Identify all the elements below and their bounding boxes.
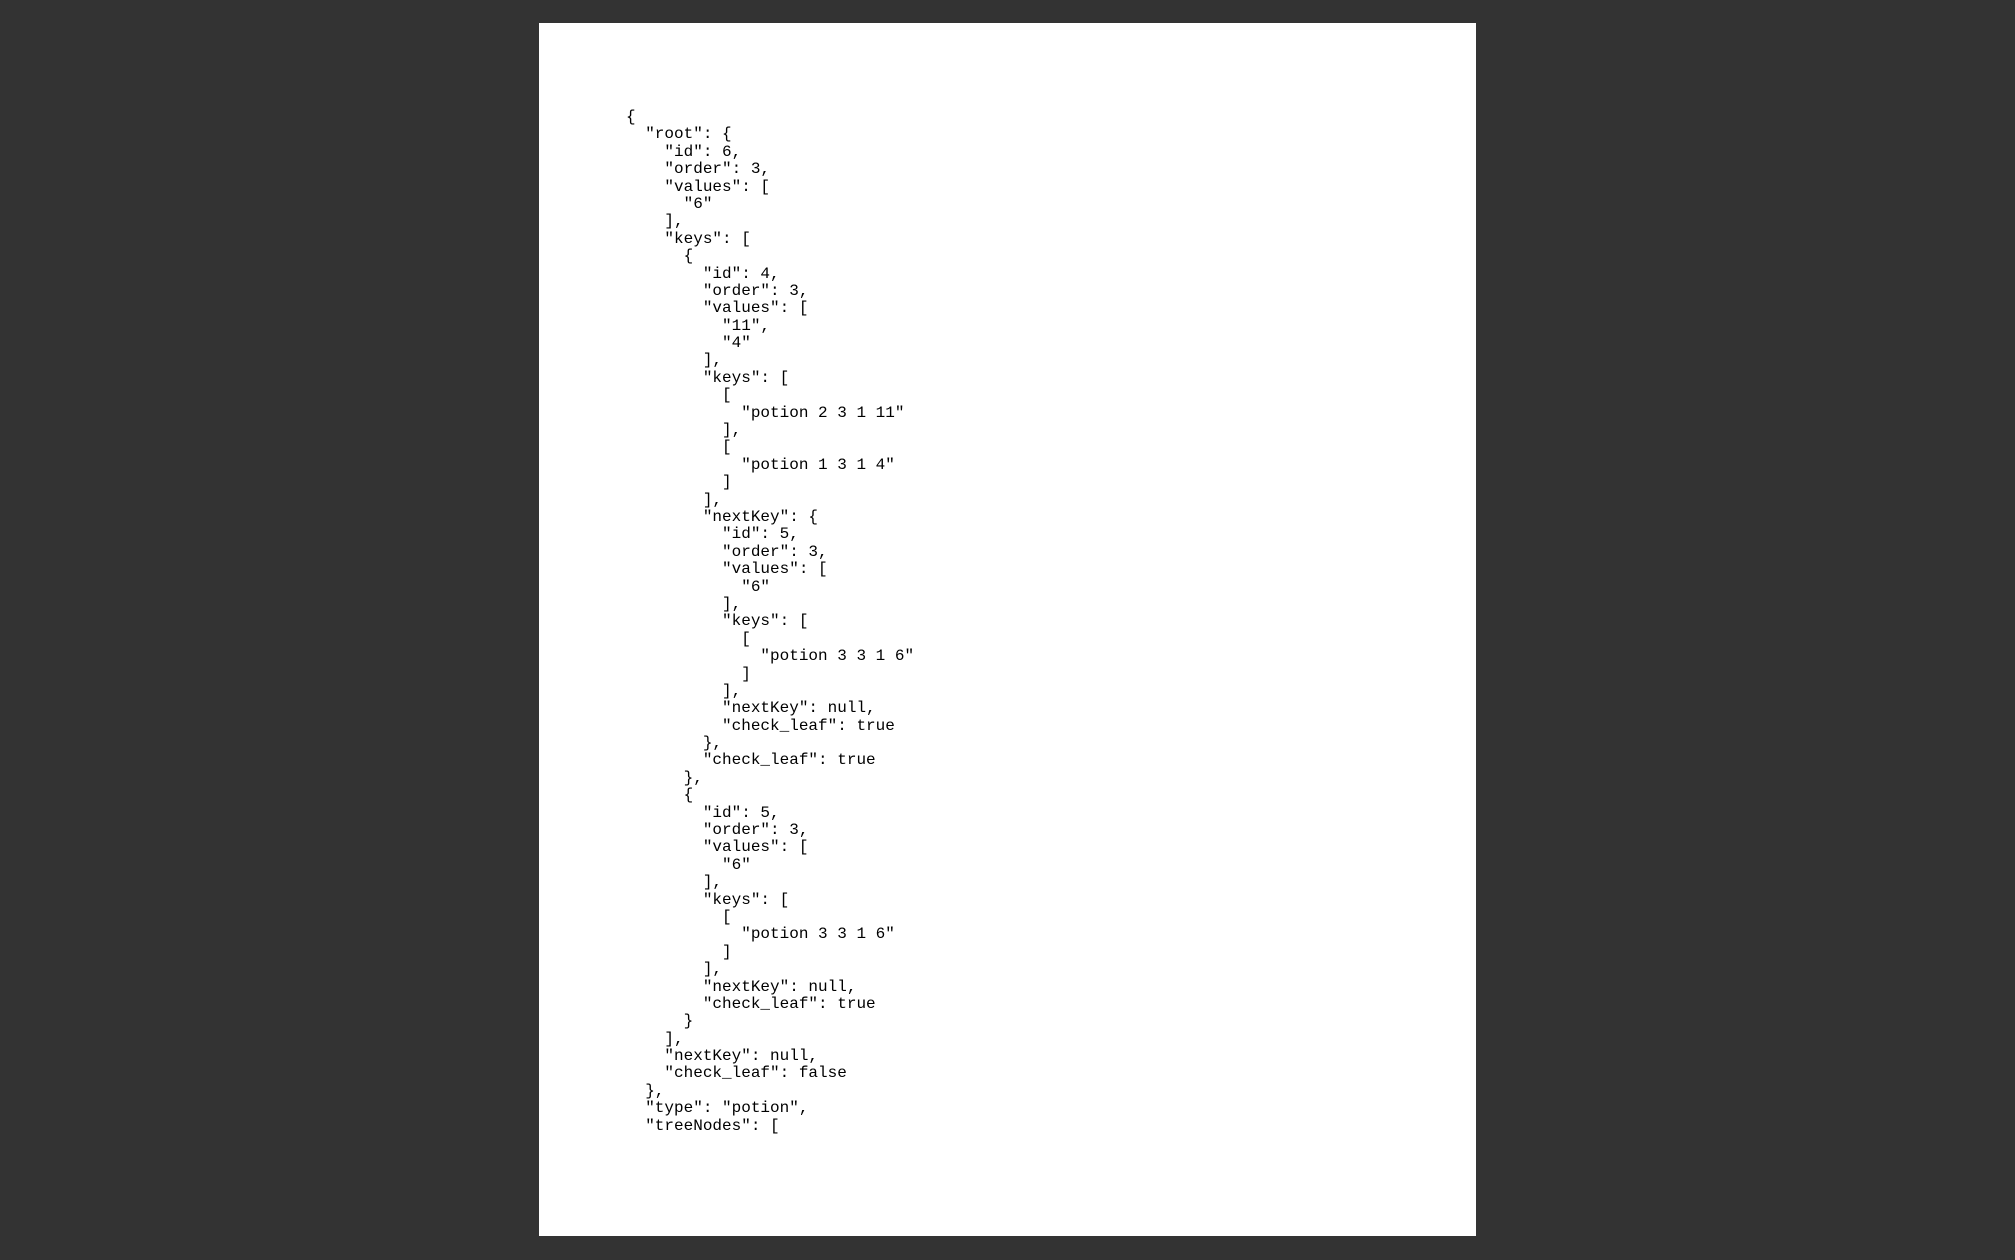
code-line: ], (626, 594, 742, 613)
code-line: "order": 3, (626, 542, 828, 561)
code-line: ], (626, 351, 723, 370)
code-line: "6" (626, 577, 771, 596)
code-line: ], (626, 490, 723, 509)
code-line: "6" (626, 194, 713, 213)
code-line: "root": { (626, 125, 732, 144)
code-line: "keys": [ (626, 890, 790, 909)
code-line: "id": 6, (626, 142, 742, 161)
code-line: "order": 3, (626, 160, 771, 179)
code-line: "nextKey": null, (626, 977, 857, 996)
code-line: "order": 3, (626, 281, 809, 300)
code-line: "potion 3 3 1 6" (626, 925, 895, 944)
code-line: ] (626, 664, 751, 683)
code-line: "values": [ (626, 177, 771, 196)
document-page: { "root": { "id": 6, "order": 3, "values… (539, 23, 1476, 1236)
code-line: }, (626, 768, 703, 787)
code-line: ], (626, 960, 723, 979)
code-line: "id": 4, (626, 264, 780, 283)
code-line: "potion 1 3 1 4" (626, 455, 895, 474)
code-line: "6" (626, 855, 751, 874)
code-line: "check_leaf": true (626, 994, 876, 1013)
code-line: "check_leaf": true (626, 716, 895, 735)
code-line: [ (626, 907, 732, 926)
json-code-block: { "root": { "id": 6, "order": 3, "values… (626, 108, 915, 1135)
code-line: "nextKey": null, (626, 699, 876, 718)
code-line: ] (626, 473, 732, 492)
code-line: "keys": [ (626, 368, 790, 387)
code-line: }, (626, 734, 723, 753)
document-viewer: { "root": { "id": 6, "order": 3, "values… (0, 0, 2015, 1260)
code-line: ], (626, 421, 742, 440)
code-line: ], (626, 212, 684, 231)
code-line: { (626, 786, 694, 805)
code-line: }, (626, 1081, 665, 1100)
code-line: "potion 3 3 1 6" (626, 647, 915, 666)
code-line: "treeNodes": [ (626, 1116, 780, 1135)
code-line: ], (626, 681, 742, 700)
code-line: { (626, 247, 694, 266)
code-line: } (626, 1012, 694, 1031)
code-line: "keys": [ (626, 612, 809, 631)
code-line: ], (626, 873, 723, 892)
code-line: "nextKey": null, (626, 1047, 819, 1066)
code-line: "type": "potion", (626, 1099, 809, 1118)
code-line: "11", (626, 316, 771, 335)
code-line: "check_leaf": true (626, 751, 876, 770)
code-line: "keys": [ (626, 229, 751, 248)
code-line: "nextKey": { (626, 507, 819, 526)
code-line: ] (626, 942, 732, 961)
code-line: [ (626, 438, 732, 457)
code-line: "potion 2 3 1 11" (626, 403, 905, 422)
code-line: [ (626, 386, 732, 405)
code-line: "values": [ (626, 299, 809, 318)
code-line: { (626, 108, 636, 126)
code-line: "order": 3, (626, 821, 809, 840)
code-line: "values": [ (626, 560, 828, 579)
code-line: "id": 5, (626, 525, 799, 544)
code-line: "check_leaf": false (626, 1064, 847, 1083)
code-line: ], (626, 1029, 684, 1048)
code-line: [ (626, 629, 751, 648)
code-line: "4" (626, 334, 751, 353)
code-line: "id": 5, (626, 803, 780, 822)
code-line: "values": [ (626, 838, 809, 857)
